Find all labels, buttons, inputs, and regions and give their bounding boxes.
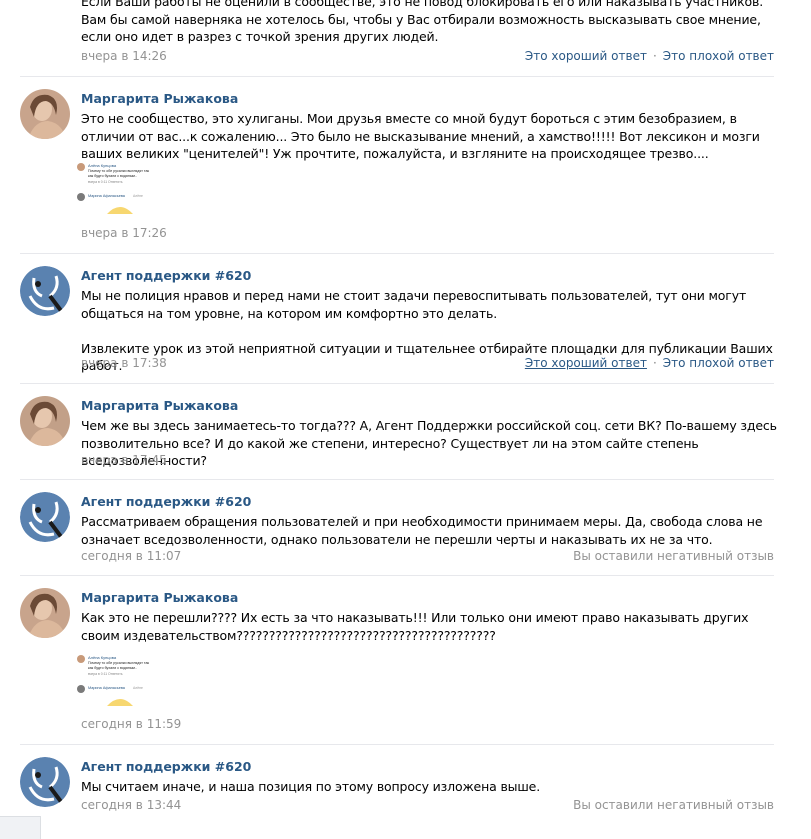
message: Маргарита Рыжакова Это не сообщество, эт… [0,77,811,254]
negative-feedback-status: Вы оставили негативный отзыв [573,798,774,812]
message: Маргарита Рыжакова Чем же вы здесь заним… [0,384,811,480]
bottom-left-panel-corner [0,816,41,839]
good-answer-link[interactable]: Это хороший ответ [525,356,647,370]
image-attachment[interactable]: Алёна Купцова Почему то обе русалки выгл… [75,162,175,227]
comment-screenshot-image: Алёна Купцова Почему то обе русалки выгл… [75,654,175,719]
svg-text:вчера в 0:11 Ответить: вчера в 0:11 Ответить [88,672,123,676]
separator-dot: · [652,49,657,63]
svg-text:как будто бухали с водяным..: как будто бухали с водяным.. [88,666,137,670]
message: Если Ваши работы не оценили в сообществе… [0,0,811,77]
good-answer-link[interactable]: Это хороший ответ [525,49,647,63]
agent-avatar [20,492,70,542]
user-photo-icon [20,396,70,446]
message-time: сегодня в 13:44 [81,798,182,812]
message: Агент поддержки #620 Рассматриваем обращ… [0,480,811,576]
message-time: вчера в 17:45 [81,453,167,467]
ticket-thread: Если Ваши работы не оценили в сообществе… [0,0,811,812]
author-name: Агент поддержки #620 [81,759,252,774]
author-name[interactable]: Маргарита Рыжакова [81,91,238,106]
user-avatar[interactable] [20,396,70,446]
user-avatar[interactable] [20,89,70,139]
svg-text:Алёне: Алёне [133,686,143,690]
svg-text:вчера в 0:11 Ответить: вчера в 0:11 Ответить [88,180,123,184]
user-avatar[interactable] [20,588,70,638]
author-name: Агент поддержки #620 [81,494,252,509]
rating-actions: Это хороший ответ · Это плохой ответ [525,356,774,370]
svg-text:Алёне: Алёне [133,194,143,198]
message-text: Это не сообщество, это хулиганы. Мои дру… [81,111,760,161]
separator-dot: · [652,356,657,370]
message: Маргарита Рыжакова Как это не перешли???… [0,576,811,745]
negative-feedback-status: Вы оставили негативный отзыв [573,549,774,563]
svg-text:Почему то обе русалки выглядят: Почему то обе русалки выглядят так [88,169,150,173]
svg-text:как будто бухали с водяным..: как будто бухали с водяным.. [88,174,137,178]
agent-avatar [20,757,70,807]
message: Агент поддержки #620 Мы считаем иначе, и… [0,745,811,825]
support-agent-icon [20,757,70,807]
svg-text:Алёна Купцова: Алёна Купцова [88,163,117,168]
bad-answer-link[interactable]: Это плохой ответ [663,49,774,63]
message: Агент поддержки #620 Мы не полиция нраво… [0,254,811,384]
message-text: Мы считаем иначе, и наша позиция по этом… [81,779,541,794]
message-text: Рассматриваем обращения пользователей и … [81,514,763,547]
agent-avatar [20,266,70,316]
message-time: вчера в 17:26 [81,226,167,240]
author-name[interactable]: Маргарита Рыжакова [81,590,238,605]
user-photo-icon [20,588,70,638]
author-name[interactable]: Маргарита Рыжакова [81,398,238,413]
message-text: Как это не перешли???? Их есть за что на… [81,610,749,643]
rating-actions: Это хороший ответ · Это плохой ответ [525,49,774,63]
message-time: сегодня в 11:59 [81,717,182,731]
author-name: Агент поддержки #620 [81,268,252,283]
support-agent-icon [20,266,70,316]
image-attachment[interactable]: Алёна Купцова Почему то обе русалки выгл… [75,654,175,719]
svg-text:Марина Афанасьева: Марина Афанасьева [88,686,126,690]
support-agent-icon [20,492,70,542]
svg-text:Марина Афанасьева: Марина Афанасьева [88,194,126,198]
svg-text:Алёна Купцова: Алёна Купцова [88,655,117,660]
message-time: вчера в 14:26 [81,49,167,63]
comment-screenshot-image: Алёна Купцова Почему то обе русалки выгл… [75,162,175,227]
message-text: Чем же вы здесь занимаетесь-то тогда??? … [81,418,777,468]
message-text: Если Ваши работы не оценили в сообществе… [81,0,764,44]
message-time: сегодня в 11:07 [81,549,182,563]
svg-text:Почему то обе русалки выглядят: Почему то обе русалки выглядят так [88,661,150,665]
user-photo-icon [20,89,70,139]
message-time: вчера в 17:38 [81,356,167,370]
bad-answer-link[interactable]: Это плохой ответ [663,356,774,370]
